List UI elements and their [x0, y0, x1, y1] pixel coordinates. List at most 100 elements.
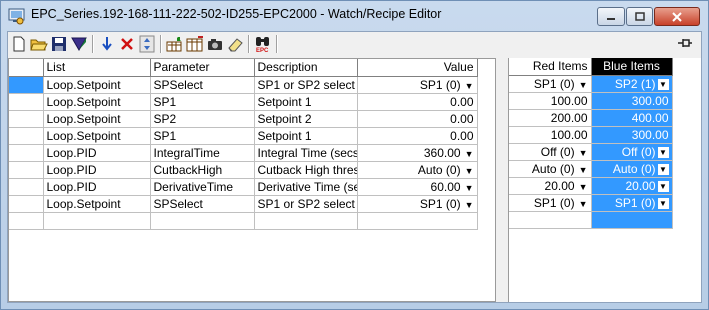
dropdown-arrow-icon[interactable]: ▼ [465, 149, 474, 159]
cell-parameter[interactable]: SP2 [150, 110, 255, 128]
empty-recipe-row[interactable] [509, 211, 673, 229]
dropdown-arrow-icon[interactable]: ▼ [657, 146, 669, 158]
table-row[interactable]: Loop.PID CutbackHigh Cutback High thresh Au… [9, 161, 478, 179]
table-row[interactable]: Loop.Setpoint SPSelect SP1 or SP2 select SP… [9, 195, 478, 213]
table-row[interactable]: Loop.PID IntegralTime Integral Time (secs)… [9, 144, 478, 162]
empty-blue-cell[interactable] [591, 211, 673, 229]
dropdown-arrow-icon[interactable]: ▼ [579, 182, 588, 192]
dropdown-arrow-icon[interactable]: ▼ [465, 166, 474, 176]
cell-blue-item[interactable]: 400.00 [591, 109, 673, 127]
cell-blue-item[interactable]: Off (0) ▼ [591, 143, 673, 161]
cell-red-item[interactable]: SP1 (0) ▼ [509, 75, 592, 93]
insert-icon[interactable] [98, 35, 116, 53]
dropdown-arrow-icon[interactable]: ▼ [465, 183, 474, 193]
cell-blue-item[interactable]: SP2 (1) ▼ [591, 75, 673, 93]
column-header-description[interactable]: Description [254, 59, 358, 77]
cell-list[interactable]: Loop.Setpoint [43, 195, 151, 213]
cell-list[interactable]: Loop.PID [43, 161, 151, 179]
cell-red-item[interactable]: 20.00 ▼ [509, 177, 592, 195]
cell-blue-item[interactable]: 300.00 [591, 126, 673, 144]
minimize-button[interactable] [597, 7, 625, 26]
cell-value[interactable]: 360.00 ▼ [357, 144, 478, 162]
dropdown-arrow-icon[interactable]: ▼ [657, 163, 669, 175]
column-header-value[interactable]: Value [357, 59, 478, 77]
recipe-row[interactable]: Off (0) ▼ Off (0) ▼ [509, 143, 673, 161]
cell-description[interactable]: SP1 or SP2 select [254, 76, 358, 94]
column-header-list[interactable]: List [43, 59, 151, 77]
row-selector[interactable] [9, 127, 44, 145]
cell-blue-item[interactable]: 20.00 ▼ [591, 177, 673, 195]
dropdown-arrow-icon[interactable]: ▼ [657, 197, 669, 209]
cell-list[interactable]: Loop.PID [43, 144, 151, 162]
table-row[interactable]: Loop.Setpoint SPSelect SP1 or SP2 select SP… [9, 76, 478, 94]
empty-table-row[interactable] [9, 212, 478, 230]
cell-list[interactable]: Loop.Setpoint [43, 127, 151, 145]
cell-description[interactable]: Setpoint 1 [254, 127, 358, 145]
dropdown-arrow-icon[interactable]: ▼ [657, 78, 669, 90]
title-bar[interactable]: EPC_Series.192-168-111-222-502-ID255-EPC… [1, 1, 708, 31]
cell-parameter[interactable]: SPSelect [150, 195, 255, 213]
cell-value[interactable]: SP1 (0) ▼ [357, 76, 478, 94]
cell-description[interactable]: Setpoint 2 [254, 110, 358, 128]
table-row[interactable]: Loop.PID DerivativeTime Derivative Time (s… [9, 178, 478, 196]
close-button[interactable] [654, 7, 700, 26]
empty-cell[interactable] [509, 211, 592, 229]
cell-red-item[interactable]: Off (0) ▼ [509, 143, 592, 161]
cell-parameter[interactable]: IntegralTime [150, 144, 255, 162]
recipe-row[interactable]: 20.00 ▼ 20.00 ▼ [509, 177, 673, 195]
cell-description[interactable]: SP1 or SP2 select [254, 195, 358, 213]
eraser-icon[interactable] [226, 35, 244, 53]
recipe-row[interactable]: 100.00 300.00 [509, 92, 673, 110]
cell-list[interactable]: Loop.Setpoint [43, 76, 151, 94]
row-selector[interactable] [9, 178, 44, 196]
empty-cell[interactable] [43, 212, 151, 230]
pin-icon[interactable] [677, 36, 693, 53]
column-header-blue-items[interactable]: Blue Items [591, 58, 673, 76]
cell-red-item[interactable]: 100.00 [509, 92, 592, 110]
sort-icon[interactable] [138, 35, 156, 53]
row-selector[interactable] [9, 76, 44, 94]
cell-blue-item[interactable]: Auto (0) ▼ [591, 160, 673, 178]
cell-list[interactable]: Loop.Setpoint [43, 93, 151, 111]
cell-value[interactable]: SP1 (0) ▼ [357, 195, 478, 213]
save-icon[interactable] [50, 35, 68, 53]
dropdown-arrow-icon[interactable]: ▼ [657, 180, 669, 192]
recipe-row[interactable]: SP1 (0) ▼ SP2 (1) ▼ [509, 75, 673, 93]
cell-description[interactable]: Cutback High thresh [254, 161, 358, 179]
cell-parameter[interactable]: SP1 [150, 127, 255, 145]
cell-description[interactable]: Integral Time (secs) [254, 144, 358, 162]
row-selector[interactable] [9, 144, 44, 162]
save-all-icon[interactable] [70, 35, 88, 53]
recipe-row[interactable]: Auto (0) ▼ Auto (0) ▼ [509, 160, 673, 178]
cell-blue-item[interactable]: 300.00 [591, 92, 673, 110]
column-header-red-items[interactable]: Red Items [509, 58, 592, 76]
row-selector-header[interactable] [9, 59, 44, 77]
new-icon[interactable] [10, 35, 28, 53]
row-selector[interactable] [9, 110, 44, 128]
recipe-row[interactable]: 100.00 300.00 [509, 126, 673, 144]
cell-parameter[interactable]: CutbackHigh [150, 161, 255, 179]
maximize-button[interactable] [626, 7, 653, 26]
dropdown-arrow-icon[interactable]: ▼ [579, 165, 588, 175]
dropdown-arrow-icon[interactable]: ▼ [465, 200, 474, 210]
cell-description[interactable]: Derivative Time (sec [254, 178, 358, 196]
empty-cell[interactable] [254, 212, 358, 230]
empty-cell[interactable] [9, 212, 44, 230]
table-icon[interactable] [186, 35, 204, 53]
empty-cell[interactable] [150, 212, 255, 230]
cell-parameter[interactable]: SPSelect [150, 76, 255, 94]
recipe-row[interactable]: SP1 (0) ▼ SP1 (0) ▼ [509, 194, 673, 212]
empty-cell[interactable] [357, 212, 478, 230]
cell-list[interactable]: Loop.Setpoint [43, 110, 151, 128]
cell-value[interactable]: 0.00 [357, 127, 478, 145]
cell-parameter[interactable]: DerivativeTime [150, 178, 255, 196]
snapshot-icon[interactable] [206, 35, 224, 53]
cell-value[interactable]: 0.00 [357, 93, 478, 111]
cell-value[interactable]: 60.00 ▼ [357, 178, 478, 196]
find-icon[interactable]: EPC [254, 35, 272, 53]
open-icon[interactable] [30, 35, 48, 53]
cell-red-item[interactable]: 100.00 [509, 126, 592, 144]
row-selector[interactable] [9, 161, 44, 179]
cell-description[interactable]: Setpoint 1 [254, 93, 358, 111]
column-header-parameter[interactable]: Parameter [150, 59, 255, 77]
